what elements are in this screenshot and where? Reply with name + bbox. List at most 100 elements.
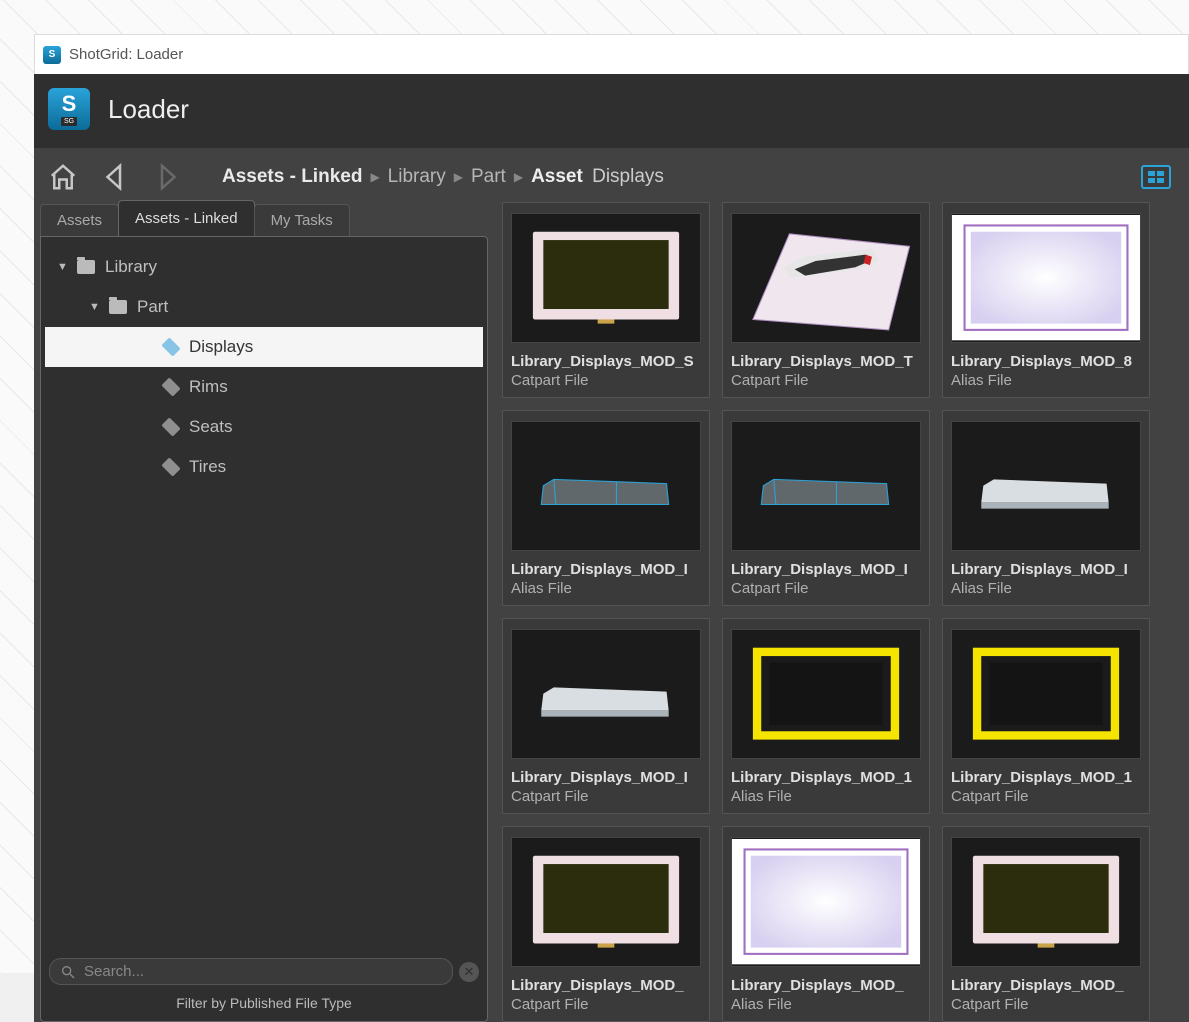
toolbar: Assets - Linked ▶ Library ▶ Part ▶ Asset… xyxy=(34,162,1189,202)
asset-subtitle: Alias File xyxy=(731,996,921,1013)
tree-item-tires[interactable]: Tires xyxy=(45,447,483,487)
cube-icon xyxy=(161,417,180,436)
asset-thumbnail xyxy=(951,421,1141,551)
breadcrumb-item[interactable]: Part xyxy=(471,166,506,188)
asset-subtitle: Catpart File xyxy=(511,996,701,1013)
asset-card[interactable]: Library_Displays_MOD_I Catpart File xyxy=(502,618,710,814)
asset-card[interactable]: Library_Displays_MOD_8 Alias File xyxy=(942,202,1150,398)
asset-thumbnail xyxy=(731,421,921,551)
asset-title: Library_Displays_MOD_I xyxy=(511,769,701,786)
asset-card[interactable]: Library_Displays_MOD_ Catpart File xyxy=(942,826,1150,1022)
sidebar-tabs: AssetsAssets - LinkedMy Tasks xyxy=(40,202,488,236)
asset-title: Library_Displays_MOD_I xyxy=(511,561,701,578)
tree-panel: ▼Library ▼ Part Displays Rims Seats Tires ✕ Fi… xyxy=(40,236,488,1022)
asset-title: Library_Displays_MOD_ xyxy=(951,977,1141,994)
asset-subtitle: Alias File xyxy=(511,580,701,597)
asset-subtitle: Catpart File xyxy=(951,996,1141,1013)
folder-icon xyxy=(77,260,95,274)
caret-down-icon: ▼ xyxy=(89,301,99,313)
tree-item-label: Displays xyxy=(189,337,253,357)
asset-title: Library_Displays_MOD_T xyxy=(731,353,921,370)
chevron-right-icon: ▶ xyxy=(454,170,463,184)
tree-item-label: Seats xyxy=(189,417,232,437)
asset-subtitle: Catpart File xyxy=(511,788,701,805)
shotgrid-logo: SSG xyxy=(48,88,90,130)
asset-thumbnail xyxy=(511,213,701,343)
asset-thumbnail xyxy=(951,837,1141,967)
asset-title: Library_Displays_MOD_1 xyxy=(951,769,1141,786)
cube-icon xyxy=(161,377,180,396)
search-field[interactable] xyxy=(49,958,453,985)
asset-title: Library_Displays_MOD_1 xyxy=(731,769,921,786)
tree-item-part[interactable]: ▼ Part xyxy=(45,287,483,327)
asset-thumbnail xyxy=(731,837,921,967)
asset-thumbnail xyxy=(951,213,1141,343)
asset-title: Library_Displays_MOD_8 xyxy=(951,353,1141,370)
asset-thumbnail xyxy=(731,629,921,759)
tree-item-seats[interactable]: Seats xyxy=(45,407,483,447)
shotgrid-favicon: S xyxy=(43,46,61,64)
cube-icon xyxy=(161,457,180,476)
asset-subtitle: Catpart File xyxy=(731,372,921,389)
asset-tree: ▼Library ▼ Part Displays Rims Seats Tires xyxy=(41,237,487,952)
os-window-titlebar: S ShotGrid: Loader xyxy=(34,34,1189,74)
asset-subtitle: Alias File xyxy=(731,788,921,805)
asset-thumbnail xyxy=(731,213,921,343)
asset-card[interactable]: Library_Displays_MOD_1 Catpart File xyxy=(942,618,1150,814)
tab-assets-linked[interactable]: Assets - Linked xyxy=(118,200,255,236)
tree-item-displays[interactable]: Displays xyxy=(45,327,483,367)
breadcrumb: Assets - Linked ▶ Library ▶ Part ▶ Asset… xyxy=(182,166,1141,188)
asset-card[interactable]: Library_Displays_MOD_I Alias File xyxy=(502,410,710,606)
tab-assets[interactable]: Assets xyxy=(40,204,119,236)
breadcrumb-current-type: Asset xyxy=(531,166,583,187)
asset-card[interactable]: Library_Displays_MOD_I Alias File xyxy=(942,410,1150,606)
asset-card[interactable]: Library_Displays_MOD_T Catpart File xyxy=(722,202,930,398)
search-icon xyxy=(60,964,76,980)
asset-subtitle: Alias File xyxy=(951,580,1141,597)
asset-subtitle: Alias File xyxy=(951,372,1141,389)
asset-title: Library_Displays_MOD_S xyxy=(511,353,701,370)
asset-thumbnail xyxy=(511,421,701,551)
main-split: AssetsAssets - LinkedMy Tasks ▼Library ▼ P… xyxy=(34,202,1189,1022)
asset-title: Library_Displays_MOD_I xyxy=(731,561,921,578)
os-window-title: ShotGrid: Loader xyxy=(69,46,183,63)
asset-subtitle: Catpart File xyxy=(511,372,701,389)
asset-card[interactable]: Library_Displays_MOD_1 Alias File xyxy=(722,618,930,814)
grid-view-toggle[interactable] xyxy=(1141,165,1171,189)
tab-my-tasks[interactable]: My Tasks xyxy=(254,204,350,236)
cube-icon xyxy=(161,337,180,356)
app-body: Assets - Linked ▶ Library ▶ Part ▶ Asset… xyxy=(34,148,1189,1022)
asset-subtitle: Catpart File xyxy=(731,580,921,597)
tree-item-library[interactable]: ▼Library xyxy=(45,247,483,287)
asset-card[interactable]: Library_Displays_MOD_ Alias File xyxy=(722,826,930,1022)
clear-search-button[interactable]: ✕ xyxy=(459,962,479,982)
forward-button[interactable] xyxy=(152,162,182,192)
breadcrumb-item[interactable]: Library xyxy=(388,166,446,188)
search-row: ✕ xyxy=(41,952,487,991)
nav-buttons xyxy=(48,162,182,192)
tree-item-label: Rims xyxy=(189,377,228,397)
tree-item-label: Library xyxy=(105,257,157,277)
asset-grid: Library_Displays_MOD_SCatpart FileLibrar… xyxy=(502,202,1187,1022)
asset-card[interactable]: Library_Displays_MOD_Catpart File xyxy=(502,826,710,1022)
asset-card[interactable]: Library_Displays_MOD_S Catpart File xyxy=(502,202,710,398)
breadcrumb-root[interactable]: Assets - Linked xyxy=(222,166,362,188)
asset-title: Library_Displays_MOD_I xyxy=(951,561,1141,578)
back-button[interactable] xyxy=(100,162,130,192)
tree-item-label: Part xyxy=(137,297,168,317)
sidebar: AssetsAssets - LinkedMy Tasks ▼Library ▼ P… xyxy=(40,202,488,1022)
asset-title: Library_Displays_MOD_ xyxy=(731,977,921,994)
filter-hint[interactable]: Filter by Published File Type xyxy=(41,991,487,1021)
app-title: Loader xyxy=(108,94,189,125)
chevron-right-icon: ▶ xyxy=(370,170,379,184)
search-input[interactable] xyxy=(84,963,442,980)
home-button[interactable] xyxy=(48,162,78,192)
tree-item-label: Tires xyxy=(189,457,226,477)
chevron-right-icon: ▶ xyxy=(514,170,523,184)
asset-subtitle: Catpart File xyxy=(951,788,1141,805)
tree-item-rims[interactable]: Rims xyxy=(45,367,483,407)
breadcrumb-current-name: Displays xyxy=(592,166,664,187)
asset-card[interactable]: Library_Displays_MOD_I Catpart File xyxy=(722,410,930,606)
asset-thumbnail xyxy=(511,629,701,759)
asset-thumbnail xyxy=(511,837,701,967)
